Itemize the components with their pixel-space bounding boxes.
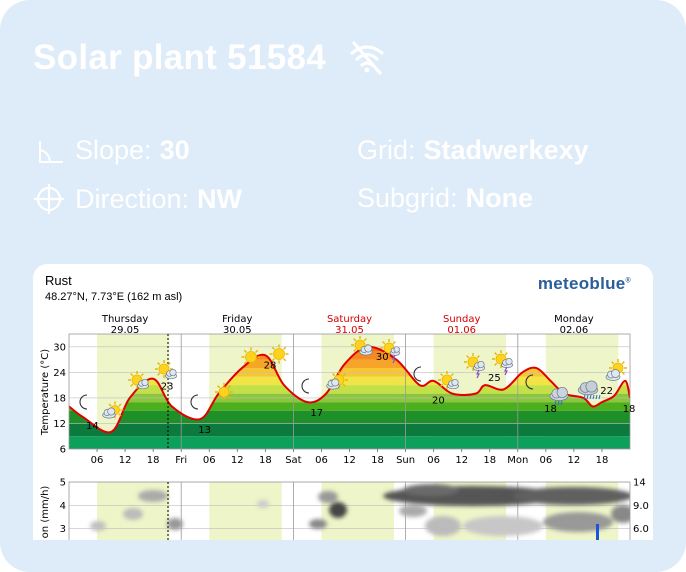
time-tick-label: 06 [315, 455, 328, 466]
day-name: Monday [554, 314, 594, 325]
plant-title: Solar plant 51584 [33, 38, 327, 77]
time-tick-label: 06 [539, 455, 552, 466]
time-tick-label: 06 [91, 455, 104, 466]
meteogram-widget[interactable]: Rust 48.27°N, 7.73°E (162 m asl) meteobl… [33, 264, 653, 540]
temperature-value-label: 22 [600, 386, 613, 397]
time-tick-label: 18 [259, 455, 272, 466]
time-tick-label: 12 [343, 455, 356, 466]
day-name: Thursday [101, 314, 149, 325]
subgrid-attribute: Subgrid: None [357, 183, 533, 214]
time-tick-label: 18 [483, 455, 496, 466]
time-tick-label: 12 [231, 455, 244, 466]
sun-icon [215, 383, 233, 401]
compass-crosshair-icon [34, 184, 64, 214]
temperature-color-band [69, 385, 630, 394]
temperature-tick-label: 18 [53, 393, 66, 404]
title-row: Solar plant 51584 [33, 38, 386, 78]
temperature-color-band [69, 436, 630, 449]
wifi-off-icon [350, 41, 384, 75]
time-tick-label: 18 [147, 455, 160, 466]
time-tick-label: 06 [427, 455, 440, 466]
time-tick-label: Fri [175, 455, 187, 466]
sun-icon [241, 347, 261, 367]
temperature-value-label: 20 [432, 395, 445, 406]
temperature-value-label: 18 [544, 404, 557, 415]
precipitation-tick-label: 4 [60, 501, 66, 512]
slope-value: 30 [159, 135, 190, 165]
time-tick-label: 12 [568, 455, 581, 466]
subgrid-label: Subgrid: [357, 183, 458, 213]
temperature-value-label: 28 [264, 360, 277, 371]
plant-card: Solar plant 51584 Slope: 30 Grid: Stadwe… [0, 0, 686, 572]
temperature-value-label: 14 [86, 421, 99, 432]
temperature-value-label: 18 [623, 404, 636, 415]
temperature-tick-label: 24 [53, 368, 66, 379]
time-tick-label: 18 [371, 455, 384, 466]
time-tick-label: 12 [455, 455, 468, 466]
meteogram-chart: Thursday29.05Friday30.05Saturday31.05Sun… [40, 314, 649, 540]
time-tick-label: 06 [203, 455, 216, 466]
grid-value: Stadwerkexy [423, 135, 589, 165]
slope-label: Slope: [75, 135, 152, 165]
grid-attribute: Grid: Stadwerkexy [357, 135, 589, 166]
precipitation-right-tick-label: 9.0 [633, 501, 649, 512]
temperature-tick-label: 30 [53, 342, 66, 353]
temperature-value-label: 25 [488, 373, 501, 384]
subgrid-value: None [465, 183, 534, 213]
time-tick-label: 18 [596, 455, 609, 466]
angle-icon [39, 140, 63, 163]
time-tick-label: Sun [396, 455, 415, 466]
precipitation-bar [596, 524, 599, 540]
precipitation-right-tick-label: 6.0 [633, 524, 649, 535]
temperature-tick-label: 12 [53, 419, 66, 430]
day-name: Friday [222, 314, 252, 325]
precipitation-axis-label: on (mm/h) [40, 486, 51, 539]
precipitation-tick-label: 5 [60, 478, 66, 489]
temperature-color-band [69, 423, 630, 437]
temperature-value-label: 17 [310, 408, 323, 419]
temperature-axis-label: Temperature (°C) [40, 349, 51, 436]
temperature-value-label: 23 [161, 382, 174, 393]
time-tick-label: Mon [507, 455, 528, 466]
temperature-value-label: 30 [376, 352, 389, 363]
direction-value: NW [197, 183, 243, 214]
precipitation-right-tick-label: 14 [633, 478, 646, 489]
day-name: Saturday [327, 314, 372, 325]
time-tick-label: Sat [285, 455, 301, 466]
temperature-tick-label: 6 [60, 445, 66, 456]
time-tick-label: 12 [119, 455, 132, 466]
daylight-band-precip [209, 482, 282, 540]
temperature-value-label: 13 [198, 425, 211, 436]
direction-attribute: Direction: NW [33, 183, 242, 215]
day-name: Sunday [443, 314, 480, 325]
direction-label: Direction: [75, 183, 190, 214]
grid-label: Grid: [357, 135, 416, 165]
slope-attribute: Slope: 30 [37, 135, 190, 166]
precipitation-tick-label: 3 [60, 524, 66, 535]
